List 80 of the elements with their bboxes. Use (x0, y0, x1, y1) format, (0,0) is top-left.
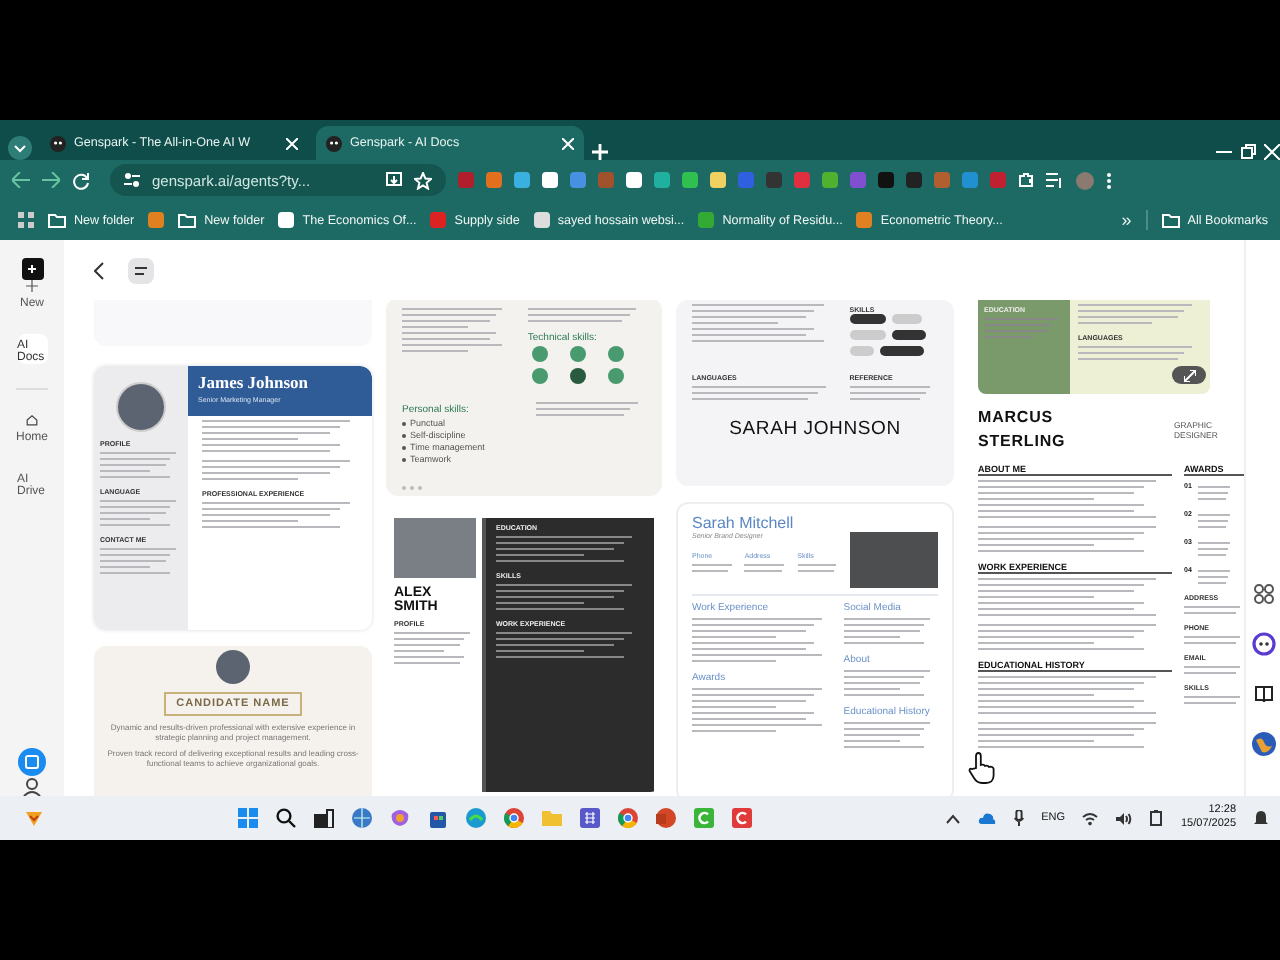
app-logo-icon[interactable] (21, 258, 43, 280)
folder-icon[interactable] (48, 212, 66, 228)
apps-icon[interactable] (18, 212, 34, 228)
resume-name: SARAH JOHNSON (727, 418, 903, 440)
text-lines-drawing (1197, 482, 1234, 505)
folder-icon[interactable] (1161, 212, 1180, 228)
favicon-icon[interactable] (326, 135, 342, 151)
menu-icon[interactable] (128, 257, 154, 283)
resume-name: James Johnson (198, 372, 311, 392)
hand-cursor-icon (968, 752, 996, 785)
volume-icon[interactable] (1116, 811, 1133, 825)
star-icon[interactable] (414, 171, 432, 189)
grid-icon[interactable] (1253, 584, 1273, 604)
skill-chips-drawing[interactable] (849, 314, 930, 358)
ring-logo-icon[interactable] (1251, 632, 1275, 656)
puzzle-icon[interactable] (1018, 172, 1034, 188)
restore-icon[interactable] (1240, 144, 1256, 160)
start-icon[interactable] (237, 808, 258, 828)
globe-icon[interactable] (351, 808, 372, 828)
text-lines-drawing (1197, 510, 1234, 533)
microphone-icon[interactable] (1013, 810, 1024, 826)
wave-icon[interactable] (465, 808, 486, 828)
cloud-icon[interactable] (977, 812, 996, 824)
resume-name: MARCUS (978, 406, 1056, 430)
close-icon[interactable] (562, 137, 574, 149)
resume-name: STERLING (978, 429, 1068, 453)
text-lines-drawing (984, 314, 1064, 342)
notification-bell-icon[interactable] (1254, 810, 1269, 826)
text-lines-drawing (1197, 566, 1234, 589)
more-icon[interactable] (1106, 171, 1112, 189)
photo-placeholder (116, 382, 166, 432)
text-lines-drawing (1197, 538, 1234, 561)
more-bookmarks-button[interactable]: » (1121, 210, 1132, 230)
presentation-icon[interactable] (655, 808, 676, 828)
book-icon[interactable] (1253, 684, 1273, 704)
forward-icon[interactable] (42, 172, 60, 188)
wifi-icon[interactable] (1082, 811, 1099, 825)
grid-app-icon[interactable] (579, 808, 600, 828)
photo-placeholder (394, 518, 476, 578)
skill-circles-drawing[interactable] (527, 344, 628, 388)
chevron-up-icon[interactable] (945, 813, 960, 823)
photo-placeholder (850, 532, 938, 588)
site-icon[interactable] (533, 212, 550, 228)
install-icon[interactable] (386, 172, 402, 188)
photo-placeholder (216, 650, 250, 684)
new-tab-icon[interactable] (592, 144, 608, 160)
battery-icon[interactable] (1150, 810, 1163, 826)
text-lines-drawing (692, 560, 735, 576)
text-lines-drawing (1184, 632, 1244, 649)
text-lines-drawing (797, 560, 840, 576)
search-icon[interactable] (275, 808, 296, 828)
c-letter-app-icon[interactable] (731, 808, 752, 828)
home-icon[interactable] (22, 414, 42, 426)
globe-icon[interactable] (1251, 732, 1275, 756)
user-icon[interactable] (22, 776, 42, 796)
resume-name: Sarah Mitchell (692, 514, 796, 532)
expand-icon (1183, 369, 1195, 381)
close-icon[interactable] (286, 137, 298, 149)
back-icon[interactable] (94, 261, 104, 279)
chrome-icon[interactable] (503, 808, 524, 828)
reload-icon[interactable] (72, 171, 90, 189)
site-settings-icon[interactable] (124, 172, 140, 188)
expand-button[interactable] (1172, 366, 1206, 384)
folder-icon[interactable] (178, 212, 197, 228)
sparkle-icon[interactable] (389, 808, 410, 828)
text-lines-drawing (1184, 692, 1244, 709)
chrome-icon[interactable] (617, 808, 638, 828)
reading-list-icon[interactable] (1046, 172, 1064, 188)
store-icon[interactable] (427, 808, 448, 828)
template-card[interactable] (94, 646, 372, 796)
c-letter-app-icon[interactable] (693, 808, 714, 828)
favicon-icon[interactable] (50, 135, 66, 151)
text-lines-drawing (1184, 662, 1244, 679)
site-icon[interactable] (278, 212, 295, 228)
weather-icon[interactable] (24, 808, 44, 828)
task-view-icon[interactable] (313, 808, 334, 828)
text-lines-drawing (1184, 602, 1244, 619)
text-lines-drawing (744, 560, 788, 576)
tab-search-icon[interactable] (8, 136, 32, 160)
close-icon[interactable] (1264, 144, 1280, 160)
